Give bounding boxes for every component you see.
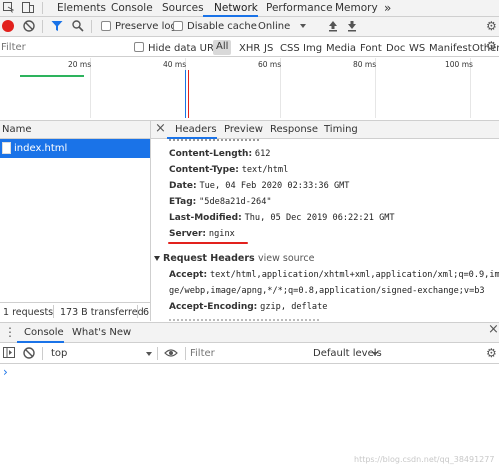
eye-icon[interactable]	[164, 348, 178, 358]
drawer-tab-whats-new[interactable]: What's New	[72, 327, 131, 338]
header-last-modified: Last-Modified: Thu, 05 Dec 2019 06:22:21…	[169, 213, 395, 223]
triangle-down-icon[interactable]	[154, 256, 160, 261]
record-icon[interactable]	[2, 20, 14, 32]
tab-response[interactable]: Response	[270, 124, 318, 135]
timeline-request-bar	[20, 75, 84, 77]
header-server: Server: nginx	[169, 229, 235, 239]
preserve-log-label: Preserve log	[115, 21, 177, 32]
chevron-down-icon[interactable]	[146, 352, 152, 356]
context-select[interactable]: top	[51, 348, 67, 359]
tabbar-divider	[42, 2, 43, 14]
timeline-tick: 80 ms	[353, 60, 377, 69]
header-content-length: Content-Length: 612	[169, 149, 271, 159]
header-content-type: Content-Type: text/html	[169, 165, 289, 175]
dom-content-loaded-marker	[185, 70, 186, 118]
timeline-tick: 60 ms	[258, 60, 282, 69]
more-tabs-button[interactable]: »	[384, 0, 391, 17]
request-name: index.html	[14, 143, 68, 154]
tab-console[interactable]: Console	[111, 0, 153, 17]
status-truncated: 6	[143, 307, 150, 318]
drawer-tab-console[interactable]: Console	[24, 327, 64, 338]
throttling-select[interactable]: Online	[258, 21, 290, 32]
type-filter-js[interactable]: JS	[264, 43, 273, 54]
name-column-header[interactable]: Name	[2, 124, 32, 135]
clear-console-icon[interactable]	[23, 347, 35, 359]
console-filter-input[interactable]	[190, 346, 300, 361]
clipped-header-line-bottom	[169, 319, 319, 321]
clipped-header-line	[169, 139, 259, 141]
console-prompt[interactable]: ›	[3, 365, 8, 379]
tab-sources[interactable]: Sources	[162, 0, 204, 17]
tab-performance[interactable]: Performance	[266, 0, 333, 17]
toolbar-divider	[42, 20, 43, 33]
hide-data-urls-checkbox[interactable]	[134, 42, 144, 53]
chevron-down-icon[interactable]	[300, 24, 306, 28]
timeline-tick: 20 ms	[68, 60, 92, 69]
disable-cache-checkbox[interactable]	[173, 21, 183, 32]
chevron-down-icon[interactable]	[372, 352, 378, 356]
search-icon[interactable]	[72, 20, 84, 32]
transferred-size: 173 B transferred	[60, 307, 144, 318]
console-input-area[interactable]	[12, 365, 499, 460]
filter-icon[interactable]	[51, 20, 63, 32]
console-toolbar-divider	[157, 347, 158, 360]
view-source-link[interactable]: view source	[258, 253, 314, 264]
type-filter-img[interactable]: Img	[303, 43, 322, 54]
header-etag: ETag: "5de8a21d-264"	[169, 197, 272, 207]
filter-input[interactable]	[0, 39, 125, 55]
console-settings-icon[interactable]: ⚙	[486, 346, 497, 360]
status-divider	[53, 305, 54, 318]
type-filter-ws[interactable]: WS	[409, 43, 425, 54]
header-accept-continued: ge/webp,image/apng,*/*;q=0.8,application…	[169, 286, 485, 296]
timeline-tick: 100 ms	[445, 60, 473, 69]
import-har-icon[interactable]	[328, 20, 338, 32]
request-headers-title[interactable]: Request Headers	[163, 253, 255, 264]
header-date: Date: Tue, 04 Feb 2020 02:33:36 GMT	[169, 181, 350, 191]
clear-icon[interactable]	[23, 20, 35, 32]
type-filter-all[interactable]: All	[213, 40, 232, 55]
watermark: https://blog.csdn.net/qq_38491277	[354, 455, 495, 464]
close-drawer-button[interactable]: ×	[488, 322, 499, 337]
header-accept-encoding: Accept-Encoding: gzip, deflate	[169, 302, 328, 312]
console-toolbar-divider	[185, 347, 186, 360]
type-filter-media[interactable]: Media	[326, 43, 356, 54]
tab-memory[interactable]: Memory	[335, 0, 378, 17]
disable-cache-label: Disable cache	[187, 21, 257, 32]
toolbar-divider	[91, 20, 92, 33]
red-underline-annotation	[168, 242, 248, 244]
console-toolbar-divider	[42, 347, 43, 360]
type-filter-doc[interactable]: Doc	[386, 43, 405, 54]
preserve-log-checkbox[interactable]	[101, 21, 111, 32]
export-har-icon[interactable]	[347, 20, 357, 32]
load-event-marker	[188, 70, 189, 118]
inspect-icon[interactable]	[3, 2, 15, 13]
tab-headers[interactable]: Headers	[175, 124, 217, 135]
document-icon	[2, 142, 11, 154]
type-filter-manifest[interactable]: Manifest	[429, 43, 472, 54]
drawer-menu-icon[interactable]: ⋮	[4, 325, 16, 339]
status-divider	[137, 305, 138, 318]
type-filter-xhr[interactable]: XHR	[239, 43, 260, 54]
tab-preview[interactable]: Preview	[224, 124, 263, 135]
tab-elements[interactable]: Elements	[57, 0, 106, 17]
sidebar-toggle-icon[interactable]	[3, 347, 15, 358]
header-accept: Accept: text/html,application/xhtml+xml,…	[169, 270, 499, 280]
timeline-tick: 40 ms	[163, 60, 187, 69]
request-count: 1 requests	[3, 307, 54, 318]
close-details-button[interactable]: ×	[155, 121, 166, 136]
type-filter-css[interactable]: CSS	[280, 43, 300, 54]
timeline-settings-icon[interactable]: ⚙	[486, 39, 497, 53]
device-toolbar-icon[interactable]	[22, 2, 34, 14]
tab-timing[interactable]: Timing	[324, 124, 358, 135]
type-filter-font[interactable]: Font	[360, 43, 382, 54]
network-settings-icon[interactable]: ⚙	[486, 19, 497, 33]
